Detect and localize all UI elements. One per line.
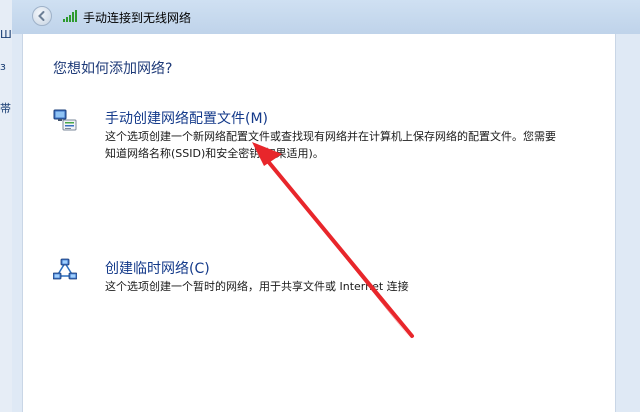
back-button[interactable]: [32, 6, 52, 26]
wireless-signal-icon: [63, 10, 77, 22]
option-manual-profile[interactable]: 手动创建网络配置文件(M) 这个选项创建一个新网络配置文件或查找现有网络并在计算…: [53, 108, 593, 168]
window-title: 手动连接到无线网络: [83, 11, 192, 25]
background-text: з: [0, 60, 6, 73]
wizard-content: 您想如何添加网络? 手动创建网络配置文件(M) 这个选项创建一个新网络配置文件或…: [22, 34, 616, 412]
option-title[interactable]: 创建临时网络(C): [105, 258, 210, 278]
adhoc-network-icon: [53, 258, 77, 280]
page-heading: 您想如何添加网络?: [53, 61, 173, 77]
background-window-edge: Ш з 帯: [0, 0, 12, 412]
option-description: 这个选项创建一个暂时的网络，用于共享文件或 Internet 连接: [105, 280, 409, 293]
option-adhoc-network[interactable]: 创建临时网络(C) 这个选项创建一个暂时的网络，用于共享文件或 Internet…: [53, 258, 593, 298]
back-arrow-icon: [38, 11, 45, 21]
wizard-titlebar: 手动连接到无线网络: [12, 0, 640, 34]
background-text: 帯: [0, 102, 11, 115]
network-profile-icon: [53, 109, 77, 131]
background-text: Ш: [0, 28, 12, 41]
option-description: 这个选项创建一个新网络配置文件或查找现有网络并在计算机上保存网络的配置文件。您需…: [105, 130, 556, 160]
option-title[interactable]: 手动创建网络配置文件(M): [105, 108, 268, 128]
